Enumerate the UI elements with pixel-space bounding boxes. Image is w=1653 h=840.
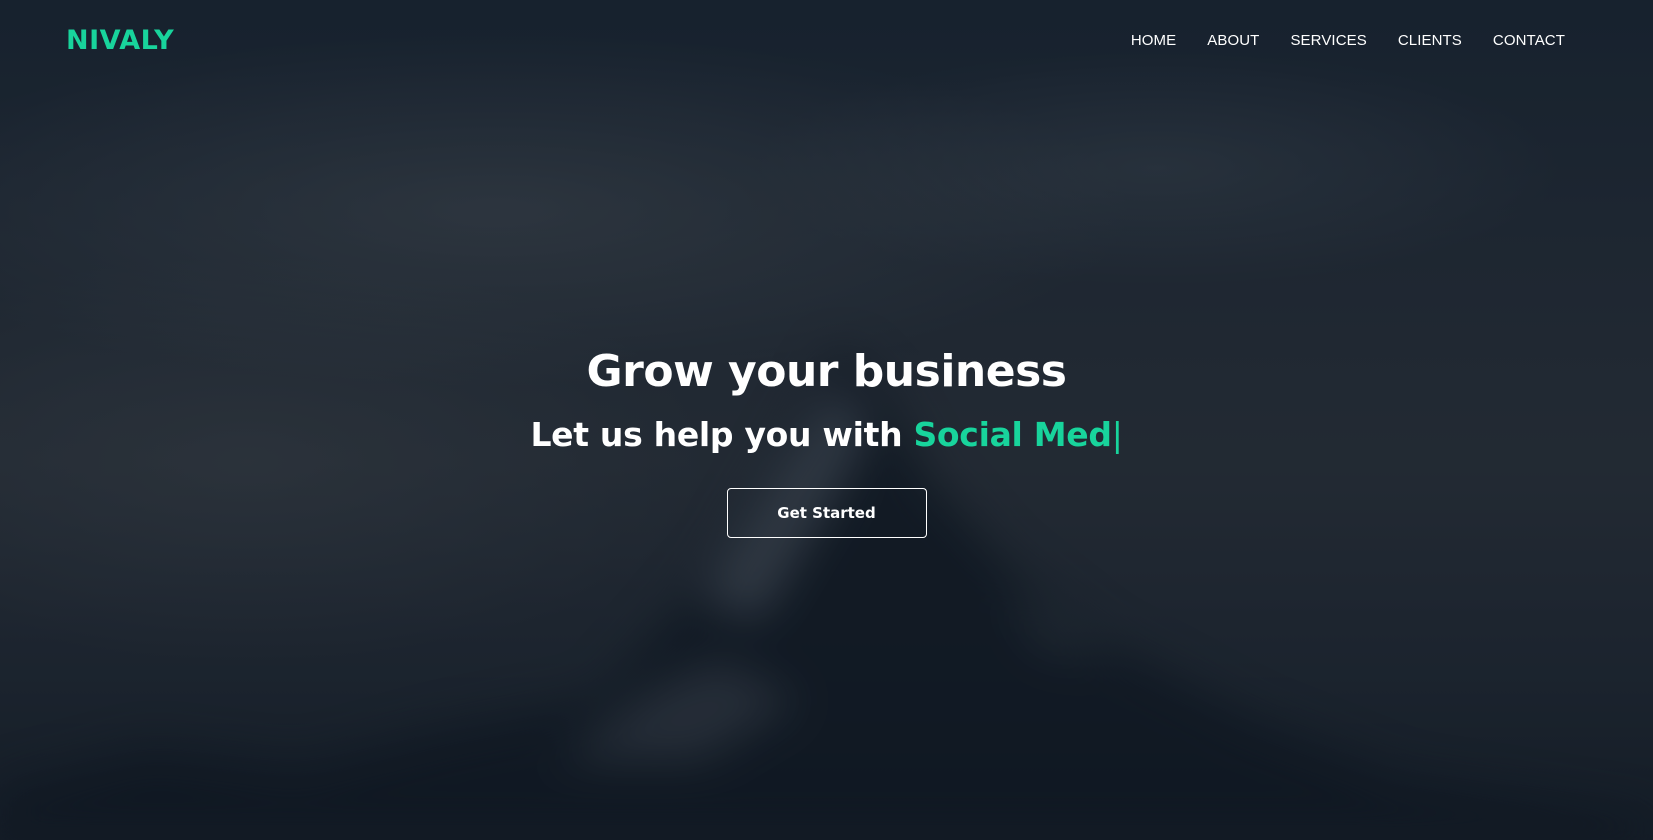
hero-section: Grow your business Let us help you with … bbox=[0, 0, 1653, 840]
typing-cursor: | bbox=[1111, 415, 1123, 454]
nav-item-about[interactable]: ABOUT bbox=[1207, 32, 1259, 49]
site-header: NIVALY HOME ABOUT SERVICES CLIENTS CONTA… bbox=[0, 0, 1653, 80]
typed-text: Social Med bbox=[913, 415, 1112, 454]
brand-logo[interactable]: NIVALY bbox=[66, 25, 174, 56]
main-nav: HOME ABOUT SERVICES CLIENTS CONTACT bbox=[1100, 32, 1565, 49]
nav-item-clients[interactable]: CLIENTS bbox=[1398, 32, 1462, 49]
nav-item-home[interactable]: HOME bbox=[1131, 32, 1176, 49]
hero-subtitle: Let us help you with Social Med| bbox=[530, 415, 1122, 454]
hero-title: Grow your business bbox=[586, 346, 1067, 397]
get-started-button[interactable]: Get Started bbox=[726, 488, 927, 538]
hero-subtitle-prefix: Let us help you with bbox=[530, 415, 914, 454]
nav-item-services[interactable]: SERVICES bbox=[1290, 32, 1366, 49]
nav-item-contact[interactable]: CONTACT bbox=[1493, 32, 1565, 49]
